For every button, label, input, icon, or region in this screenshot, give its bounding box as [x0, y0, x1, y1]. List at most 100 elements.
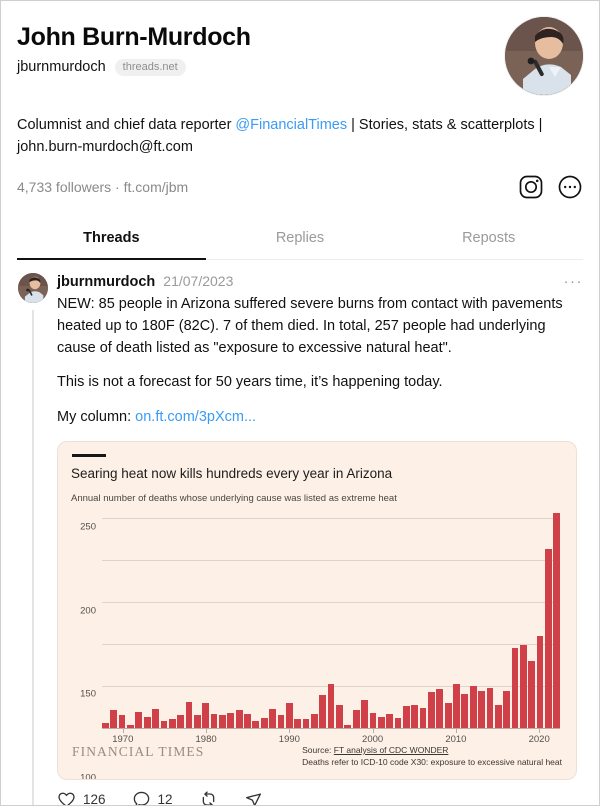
chart-bar: [478, 691, 485, 728]
post-paragraph-2: This is not a forecast for 50 years time…: [57, 374, 443, 391]
chart-bar: [361, 700, 368, 728]
tab-reposts[interactable]: Reposts: [394, 219, 583, 259]
chart-bar: [102, 722, 109, 728]
meta-separator: ·: [111, 178, 124, 195]
chart-x-tick-mark: [206, 728, 208, 733]
chart-x-tick-label: 1970: [112, 733, 134, 745]
chart-bar: [302, 718, 310, 728]
tab-threads-label: Threads: [83, 229, 140, 246]
chart-bar: [528, 660, 536, 728]
chart-bar: [336, 704, 343, 728]
chart-y-tick-label: 250: [80, 521, 96, 533]
chart-source-line-2: Deaths refer to ICD-10 code X30: exposur…: [302, 757, 562, 768]
chart-bar: [160, 721, 168, 728]
chart-bar: [244, 713, 251, 728]
chart-bars: [102, 510, 561, 728]
comment-icon: [132, 790, 151, 805]
display-name: John Burn-Murdoch: [17, 23, 251, 51]
chart-bar: [319, 695, 327, 728]
chart-bar: [327, 684, 335, 728]
chart-bar: [127, 725, 134, 728]
chart-x-tick-label: 1980: [195, 733, 217, 745]
chart-bar: [118, 715, 126, 728]
chart-bar: [444, 702, 452, 728]
post-column-link[interactable]: on.ft.com/3pXcm...: [135, 409, 256, 425]
chart-y-tick-label: 150: [80, 688, 96, 700]
tab-threads[interactable]: Threads: [17, 219, 206, 260]
reply-count: 12: [157, 791, 173, 806]
chart-bar: [428, 691, 435, 728]
profile-header: John Burn-Murdoch jburnmurdoch threads.n…: [1, 1, 599, 260]
chart-bar: [168, 718, 176, 728]
post-text: NEW: 85 people in Arizona suffered sever…: [57, 293, 583, 428]
more-circle-icon[interactable]: [557, 174, 583, 200]
threads-domain-chip: threads.net: [114, 58, 186, 76]
heart-icon: [57, 790, 76, 805]
chart-bar: [185, 702, 193, 728]
post-more-icon[interactable]: ···: [564, 274, 584, 289]
profile-identity-row: John Burn-Murdoch jburnmurdoch threads.n…: [17, 15, 583, 95]
chart-x-tick-label: 2020: [528, 733, 550, 745]
like-count: 126: [83, 791, 106, 806]
chart-x-tick-label: 1990: [278, 733, 300, 745]
chart-bar: [553, 512, 561, 728]
chart-bar: [294, 718, 302, 728]
chart-bar: [503, 691, 511, 728]
chart-bar: [536, 635, 544, 728]
chart-bar: [545, 548, 552, 728]
repost-action[interactable]: [199, 790, 218, 805]
chart-subtitle: Annual number of deaths whose underlying…: [71, 492, 397, 504]
chart-bar: [310, 713, 318, 728]
profile-meta-row: 4,733 followers · ft.com/jbm: [17, 174, 583, 200]
post-actions: 126 12: [57, 780, 583, 806]
post-link-prefix: My column:: [57, 408, 136, 425]
chart-bar: [285, 702, 293, 728]
chart-footer: FINANCIAL TIMES Source: FT analysis of C…: [70, 744, 564, 773]
chart-title: Searing heat now kills hundreds every ye…: [71, 465, 393, 481]
like-action[interactable]: 126: [57, 790, 106, 806]
tab-replies-label: Replies: [275, 229, 325, 246]
tab-replies[interactable]: Replies: [206, 219, 395, 259]
share-action[interactable]: [244, 790, 263, 805]
profile-avatar[interactable]: [505, 17, 583, 95]
chart-bar: [135, 712, 143, 728]
post-timestamp: 21/07/2023: [163, 272, 234, 289]
bio-text-start: Columnist and chief data reporter: [17, 117, 236, 133]
followers-count: 4,733 followers: [17, 178, 112, 195]
profile-website-link[interactable]: ft.com/jbm: [124, 179, 189, 195]
ft-top-rule: [72, 453, 106, 457]
chart-x-tick-mark: [539, 728, 541, 733]
post-paragraph-1: NEW: 85 people in Arizona suffered sever…: [57, 295, 563, 357]
chart-bar: [177, 715, 184, 728]
chart-bar: [277, 714, 285, 728]
chart-bar: [486, 687, 494, 728]
chart-x-tick-label: 2000: [362, 733, 384, 745]
chart-bar: [511, 647, 519, 728]
reply-action[interactable]: 12: [132, 790, 173, 806]
chart-bar: [419, 707, 427, 728]
chart-bar: [269, 708, 276, 728]
post-paragraph-3: My column: on.ft.com/3pXcm...: [57, 406, 583, 428]
post-header: jburnmurdoch 21/07/2023 ···: [57, 273, 583, 290]
chart-x-tick-mark: [289, 728, 291, 733]
post-avatar-column: [13, 272, 53, 805]
bio-mention-link[interactable]: @FinancialTimes: [235, 117, 347, 133]
instagram-icon[interactable]: [518, 174, 544, 200]
thread-connector-line: [32, 309, 34, 805]
chart-bar: [394, 717, 402, 728]
chart-bar: [411, 705, 419, 728]
chart-bar: [519, 644, 527, 728]
chart-card[interactable]: Searing heat now kills hundreds every ye…: [57, 440, 577, 780]
chart-x-tick-mark: [122, 728, 124, 733]
chart-bar: [386, 713, 393, 728]
post-author-name[interactable]: jburnmurdoch: [57, 274, 155, 290]
chart-bar: [461, 694, 469, 728]
chart-bar: [352, 709, 360, 728]
chart-bar: [402, 706, 410, 728]
profile-handle: jburnmurdoch: [17, 59, 106, 76]
chart-x-axis: 1970 1980 1990 2000 2010 2020: [102, 728, 560, 747]
chart-plot-area: 050100150200250 197019801990200020102020: [70, 510, 564, 779]
post-item: jburnmurdoch 21/07/2023 ··· NEW: 85 peop…: [1, 260, 599, 806]
chart-bar: [344, 724, 352, 728]
post-author-avatar[interactable]: [18, 272, 48, 303]
